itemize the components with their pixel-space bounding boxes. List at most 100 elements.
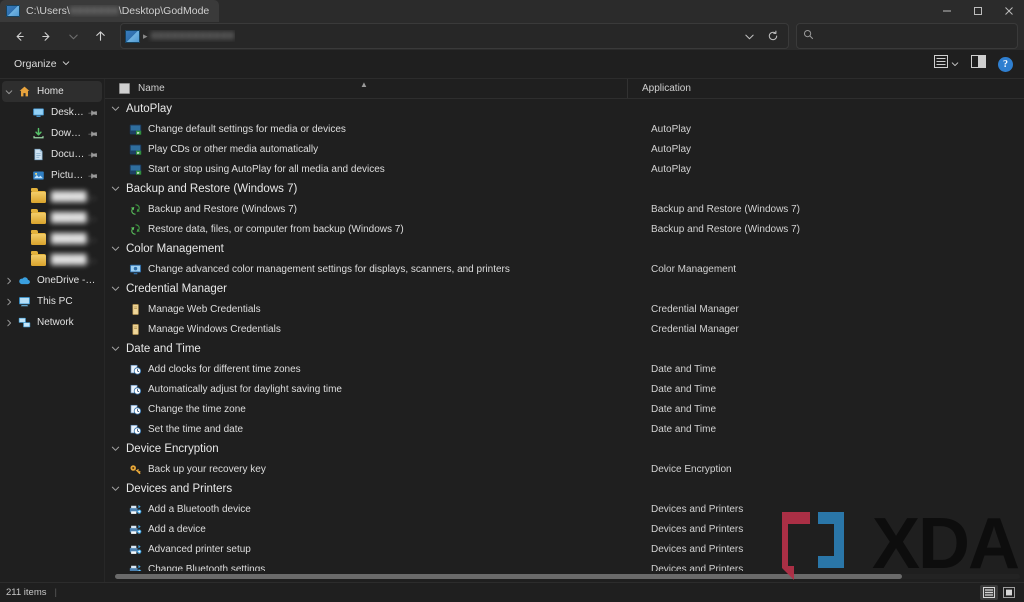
- sidebar-item-pictures[interactable]: Pictures: [2, 165, 102, 186]
- back-button[interactable]: [6, 24, 32, 48]
- table-row[interactable]: Change advanced color management setting…: [105, 259, 1024, 279]
- table-row[interactable]: Back up your recovery keyDevice Encrypti…: [105, 459, 1024, 479]
- cell-name: Start or stop using AutoPlay for all med…: [105, 163, 637, 176]
- horizontal-scrollbar[interactable]: [105, 571, 1024, 582]
- pin-icon[interactable]: [83, 125, 100, 142]
- chevron-down-icon[interactable]: [111, 484, 120, 495]
- sidebar-item-network[interactable]: Network: [2, 312, 102, 333]
- sidebar-item-documents[interactable]: Documents: [2, 144, 102, 165]
- explorer-tab[interactable]: C:\Users\XXXXXXX\Desktop\GodMode: [0, 0, 219, 22]
- table-row[interactable]: Change default settings for media or dev…: [105, 119, 1024, 139]
- chevron-down-icon[interactable]: [111, 184, 120, 195]
- help-button[interactable]: ?: [993, 53, 1018, 75]
- cell-name: Play CDs or other media automatically: [105, 143, 637, 156]
- sidebar-item-onedrive-personal[interactable]: OneDrive - Personal: [2, 270, 102, 291]
- status-view-buttons: [980, 585, 1018, 600]
- recent-locations-button[interactable]: [60, 24, 86, 48]
- cell-application: Devices and Printers: [637, 564, 1024, 572]
- cell-application: Color Management: [637, 264, 1024, 275]
- large-icons-view-button[interactable]: [1000, 585, 1018, 600]
- sidebar-item-folder-name-hidden[interactable]: █████████: [2, 249, 102, 270]
- chevron-down-icon[interactable]: [111, 444, 120, 455]
- table-row[interactable]: Advanced printer setupDevices and Printe…: [105, 539, 1024, 559]
- table-row[interactable]: Restore data, files, or computer from ba…: [105, 219, 1024, 239]
- chevron-right-icon[interactable]: [2, 277, 16, 285]
- up-button[interactable]: [87, 24, 113, 48]
- backup-icon: [129, 223, 142, 236]
- item-name-label: Manage Web Credentials: [148, 304, 261, 315]
- column-header-name[interactable]: Name ▲: [105, 79, 627, 98]
- table-row[interactable]: Change the time zoneDate and Time: [105, 399, 1024, 419]
- pin-icon[interactable]: [83, 146, 100, 163]
- breadcrumb[interactable]: ▸ XXXXXXXXXXXX: [143, 30, 235, 42]
- tab-title: C:\Users\XXXXXXX\Desktop\GodMode: [26, 5, 209, 17]
- clock-icon: [129, 363, 142, 376]
- table-row[interactable]: Play CDs or other media automaticallyAut…: [105, 139, 1024, 159]
- chevron-down-icon[interactable]: [111, 344, 120, 355]
- minimize-button[interactable]: [931, 0, 962, 22]
- window-controls: [931, 0, 1024, 22]
- scrollbar-track[interactable]: [115, 574, 1020, 579]
- table-row[interactable]: Automatically adjust for daylight saving…: [105, 379, 1024, 399]
- table-row[interactable]: Change Bluetooth settingsDevices and Pri…: [105, 559, 1024, 571]
- chevron-right-icon[interactable]: [2, 298, 16, 306]
- search-input[interactable]: [820, 30, 1011, 42]
- chevron-down-icon[interactable]: [111, 244, 120, 255]
- preview-pane-button[interactable]: [966, 53, 991, 75]
- address-bar[interactable]: ▸ XXXXXXXXXXXX: [120, 23, 789, 49]
- chevron-down-icon[interactable]: [111, 284, 120, 295]
- item-name-label: Back up your recovery key: [148, 464, 266, 475]
- group-header[interactable]: Devices and Printers: [105, 479, 1024, 499]
- group-header[interactable]: Credential Manager: [105, 279, 1024, 299]
- sidebar-item-desktop[interactable]: Desktop: [2, 102, 102, 123]
- table-row[interactable]: Add a deviceDevices and Printers: [105, 519, 1024, 539]
- search-icon: [803, 27, 814, 45]
- credential-icon: [129, 303, 142, 316]
- group-header[interactable]: Device Encryption: [105, 439, 1024, 459]
- sidebar-item-downloads[interactable]: Downloads: [2, 123, 102, 144]
- table-row[interactable]: Add clocks for different time zonesDate …: [105, 359, 1024, 379]
- table-row[interactable]: Set the time and dateDate and Time: [105, 419, 1024, 439]
- sidebar-item-folder-name-hidden[interactable]: █████████: [2, 228, 102, 249]
- address-dropdown-button[interactable]: [738, 25, 760, 47]
- column-header-application-label: Application: [642, 83, 691, 94]
- scrollbar-thumb[interactable]: [115, 574, 902, 579]
- select-all-checkbox[interactable]: [119, 83, 130, 94]
- close-button[interactable]: [993, 0, 1024, 22]
- pin-icon[interactable]: [83, 104, 100, 121]
- view-button[interactable]: [929, 53, 964, 75]
- sidebar-item-folder-name-hidden[interactable]: █████████: [2, 207, 102, 228]
- pin-icon[interactable]: [83, 167, 100, 184]
- cell-name: Add clocks for different time zones: [105, 363, 637, 376]
- search-box[interactable]: [796, 23, 1018, 49]
- item-name-label: Change the time zone: [148, 404, 246, 415]
- group-header[interactable]: Date and Time: [105, 339, 1024, 359]
- column-header-application[interactable]: Application: [627, 79, 1024, 98]
- table-row[interactable]: Add a Bluetooth deviceDevices and Printe…: [105, 499, 1024, 519]
- sidebar-item-home[interactable]: Home: [2, 81, 102, 102]
- forward-button[interactable]: [33, 24, 59, 48]
- sidebar-item-label: Downloads: [51, 128, 85, 139]
- group-header-label: AutoPlay: [126, 103, 172, 115]
- table-row[interactable]: Start or stop using AutoPlay for all med…: [105, 159, 1024, 179]
- group-header[interactable]: Color Management: [105, 239, 1024, 259]
- preview-pane-icon: [971, 55, 986, 73]
- chevron-right-icon[interactable]: [2, 319, 16, 327]
- sidebar-item-this-pc[interactable]: This PC: [2, 291, 102, 312]
- maximize-button[interactable]: [962, 0, 993, 22]
- group-header[interactable]: AutoPlay: [105, 99, 1024, 119]
- cell-name: Manage Windows Credentials: [105, 323, 637, 336]
- sidebar-item-folder-name-hidden[interactable]: █████████: [2, 186, 102, 207]
- group-header[interactable]: Backup and Restore (Windows 7): [105, 179, 1024, 199]
- table-row[interactable]: Manage Web CredentialsCredential Manager: [105, 299, 1024, 319]
- refresh-icon[interactable]: [762, 25, 784, 47]
- details-view-button[interactable]: [980, 585, 998, 600]
- table-row[interactable]: Backup and Restore (Windows 7)Backup and…: [105, 199, 1024, 219]
- chevron-down-icon[interactable]: [111, 104, 120, 115]
- table-row[interactable]: Manage Windows CredentialsCredential Man…: [105, 319, 1024, 339]
- sidebar-item-label: This PC: [37, 296, 73, 307]
- chevron-down-icon[interactable]: [2, 88, 16, 96]
- item-name-label: Change advanced color management setting…: [148, 264, 510, 275]
- chevron-right-icon: ▸: [143, 31, 148, 42]
- organize-button[interactable]: Organize: [6, 53, 78, 75]
